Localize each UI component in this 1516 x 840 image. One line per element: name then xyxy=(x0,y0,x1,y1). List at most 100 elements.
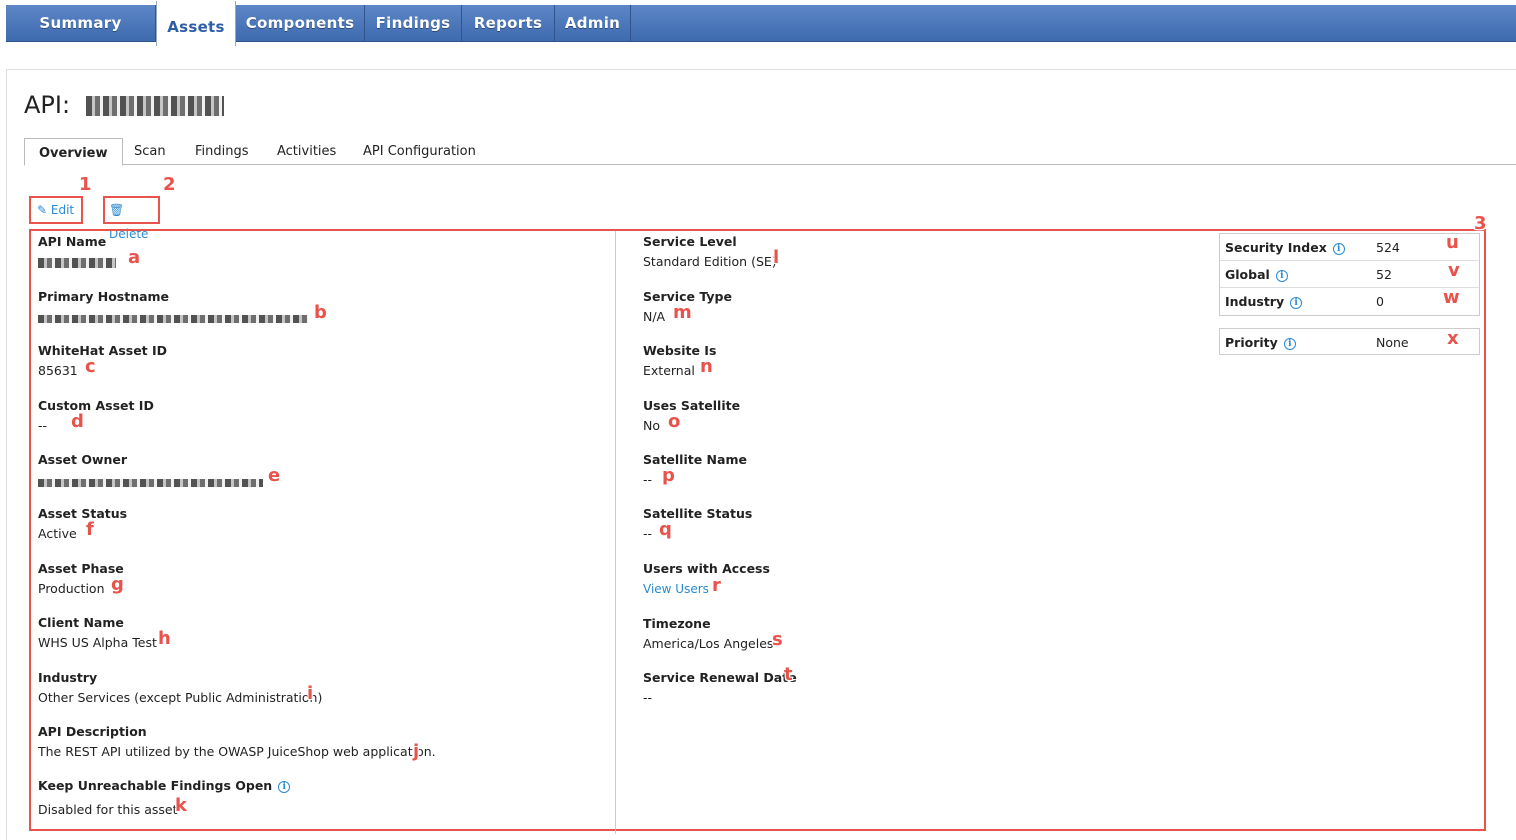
annotation-marker-f: f xyxy=(86,519,94,540)
edit-label: Edit xyxy=(50,203,75,217)
api-name-label: API Name xyxy=(38,234,107,249)
annotation-marker-s: s xyxy=(772,629,783,650)
keep-unreachable-text: Keep Unreachable Findings Open xyxy=(38,778,273,793)
redacted-api-name xyxy=(38,257,116,268)
annotation-marker-g: g xyxy=(111,574,124,595)
annotation-marker-w: w xyxy=(1443,287,1460,308)
industry-value: Other Services (except Public Administra… xyxy=(38,690,323,705)
tab-scan[interactable]: Scan xyxy=(134,138,166,165)
asset-owner-label: Asset Owner xyxy=(38,452,128,467)
annotation-marker-j: j xyxy=(413,741,420,762)
global-row: Global i 52 xyxy=(1220,261,1479,288)
info-icon[interactable]: i xyxy=(1332,242,1345,255)
industry-label: Industry xyxy=(38,670,98,685)
annotation-marker-q: q xyxy=(659,519,672,540)
service-type-value: N/A xyxy=(643,309,666,324)
column-divider xyxy=(615,231,616,834)
uses-satellite-label: Uses Satellite xyxy=(643,398,741,413)
info-icon[interactable]: i xyxy=(1275,269,1288,282)
nav-tab-components[interactable]: Components xyxy=(236,5,365,42)
security-index-row: Security Index i 524 xyxy=(1220,234,1479,261)
info-icon[interactable]: i xyxy=(278,780,291,793)
client-name-value: WHS US Alpha Test xyxy=(38,635,157,650)
security-scores-table: Security Index i 524 Global i 52 Industry i… xyxy=(1219,233,1480,316)
service-level-label: Service Level xyxy=(643,234,737,249)
global-label: Global i xyxy=(1225,267,1288,282)
annotation-marker-i: i xyxy=(307,683,314,704)
asset-owner-value xyxy=(38,474,263,489)
delete-button[interactable]: 🗑 Delete xyxy=(103,196,160,241)
priority-label: Priority i xyxy=(1225,335,1296,350)
industry-score-value: 0 xyxy=(1376,294,1384,309)
info-icon[interactable]: i xyxy=(1283,337,1296,350)
annotation-marker-d: d xyxy=(71,411,84,432)
annotation-marker-2: 2 xyxy=(163,174,176,195)
annotation-marker-e: e xyxy=(268,465,281,486)
edit-icon: ✎ xyxy=(37,203,48,217)
asset-id-label: WhiteHat Asset ID xyxy=(38,343,168,358)
satellite-status-value: -- xyxy=(643,526,653,541)
asset-status-label: Asset Status xyxy=(38,506,128,521)
asset-phase-value: Production xyxy=(38,581,105,596)
uses-satellite-value: No xyxy=(643,418,660,433)
timezone-label: Timezone xyxy=(643,616,711,631)
top-nav: Summary Assets Components Findings Repor… xyxy=(6,1,1516,46)
nav-tab-findings[interactable]: Findings xyxy=(365,5,462,42)
nav-tab-summary[interactable]: Summary xyxy=(6,5,156,42)
tab-api-configuration[interactable]: API Configuration xyxy=(363,138,476,165)
asset-subtabs: Overview Scan Findings Activities API Co… xyxy=(24,138,1516,166)
redacted-api-name-title xyxy=(85,96,224,116)
timezone-value: America/Los Angeles xyxy=(643,636,774,651)
annotation-marker-h: h xyxy=(158,628,171,649)
client-name-label: Client Name xyxy=(38,615,124,630)
keep-unreachable-value: Disabled for this asset xyxy=(38,802,178,817)
annotation-marker-a: a xyxy=(128,247,141,268)
tab-activities[interactable]: Activities xyxy=(277,138,336,165)
redacted-hostname xyxy=(38,314,308,323)
service-renewal-label: Service Renewal Date xyxy=(643,670,797,685)
service-level-value: Standard Edition (SE) xyxy=(643,254,777,269)
keep-unreachable-label: Keep Unreachable Findings Open i xyxy=(38,778,291,793)
satellite-name-label: Satellite Name xyxy=(643,452,747,467)
page-title-prefix: API: xyxy=(24,91,71,119)
nav-tab-admin[interactable]: Admin xyxy=(555,5,631,42)
annotation-marker-m: m xyxy=(673,302,692,323)
annotation-marker-t: t xyxy=(784,664,793,685)
annotation-marker-3: 3 xyxy=(1474,213,1487,234)
security-index-value: 524 xyxy=(1376,240,1400,255)
view-users-link[interactable]: View Users xyxy=(643,582,709,596)
api-name-value xyxy=(38,254,116,269)
annotation-marker-o: o xyxy=(668,411,681,432)
industry-score-label: Industry i xyxy=(1225,294,1303,309)
asset-status-value: Active xyxy=(38,526,77,541)
primary-hostname-value xyxy=(38,310,308,325)
edit-button[interactable]: ✎ Edit xyxy=(29,196,83,224)
custom-asset-id-value: -- xyxy=(38,418,48,433)
tab-overview[interactable]: Overview xyxy=(24,138,123,166)
annotation-marker-1: 1 xyxy=(79,174,92,195)
satellite-name-value: -- xyxy=(643,472,653,487)
api-description-label: API Description xyxy=(38,724,147,739)
nav-tab-reports[interactable]: Reports xyxy=(462,5,555,42)
trash-icon: 🗑 xyxy=(109,203,125,217)
asset-id-value: 85631 xyxy=(38,363,78,378)
service-renewal-value: -- xyxy=(643,690,653,705)
annotation-marker-l: l xyxy=(773,247,780,268)
website-is-value: External xyxy=(643,363,695,378)
annotation-marker-v: v xyxy=(1448,260,1460,281)
users-with-access-label: Users with Access xyxy=(643,561,770,576)
primary-hostname-label: Primary Hostname xyxy=(38,289,170,304)
nav-tab-assets[interactable]: Assets xyxy=(156,1,236,46)
priority-value: None xyxy=(1376,335,1409,350)
security-index-label: Security Index i xyxy=(1225,240,1345,255)
global-value: 52 xyxy=(1376,267,1392,282)
industry-score-row: Industry i 0 xyxy=(1220,288,1479,315)
annotation-marker-n: n xyxy=(700,356,713,377)
annotation-marker-r: r xyxy=(712,575,721,596)
page-title: API: xyxy=(24,91,224,119)
info-icon[interactable]: i xyxy=(1290,296,1303,309)
priority-table: Priority i None xyxy=(1219,328,1480,355)
annotation-marker-b: b xyxy=(314,302,327,323)
tab-findings[interactable]: Findings xyxy=(195,138,249,165)
annotation-marker-x: x xyxy=(1447,328,1459,349)
